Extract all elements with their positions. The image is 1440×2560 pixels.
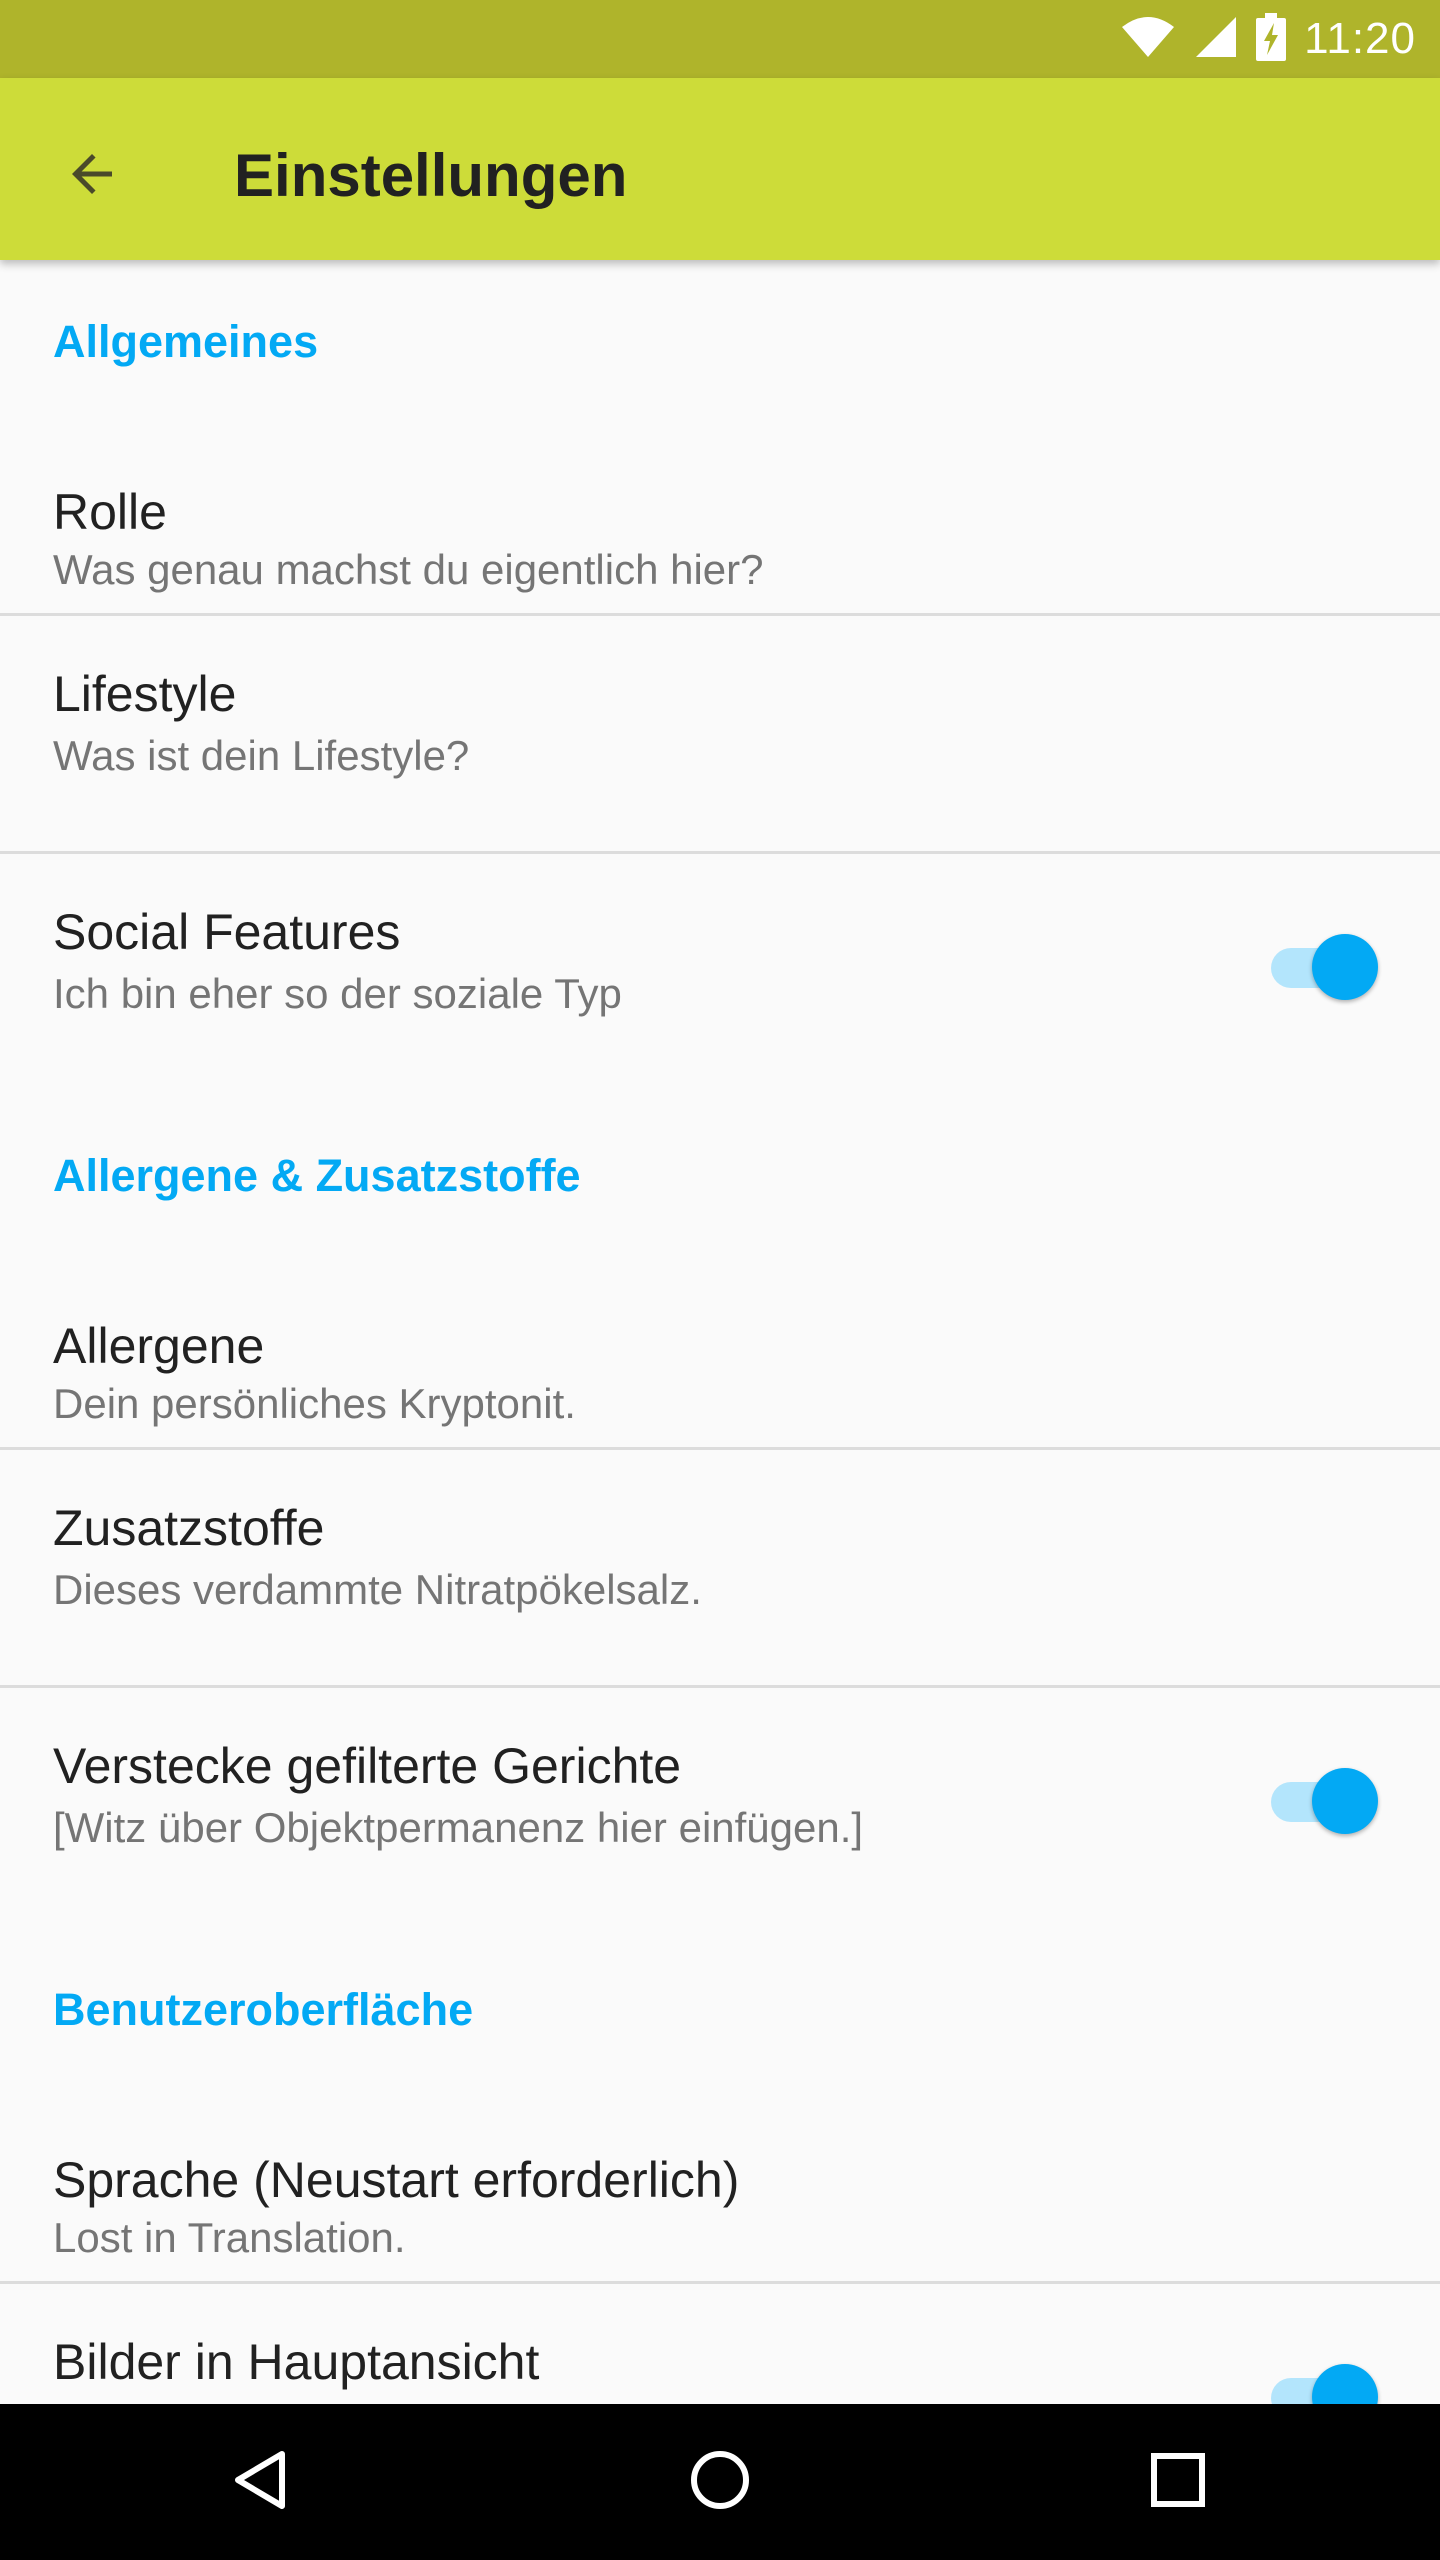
pref-verstecke-gefilterte-gerichte[interactable]: Verstecke gefilterte Gerichte [Witz über… xyxy=(0,1688,1440,1924)
wifi-icon xyxy=(1120,15,1176,64)
status-time: 11:20 xyxy=(1304,14,1416,63)
pref-summary: Dein persönliches Kryptonit. xyxy=(53,1380,576,1427)
navigation-bar xyxy=(0,2404,1440,2560)
pref-title: Zusatzstoffe xyxy=(53,1500,325,1556)
pref-zusatzstoffe[interactable]: Zusatzstoffe Dieses verdammte Nitratpöke… xyxy=(0,1450,1440,1686)
nav-back-button[interactable] xyxy=(200,2422,320,2542)
switch-thumb xyxy=(1312,1768,1378,1834)
app-bar: Einstellungen xyxy=(0,78,1440,260)
pref-summary: Was ist dein Lifestyle? xyxy=(53,732,470,779)
pref-summary: Was genau machst du eigentlich hier? xyxy=(53,546,764,593)
switch-thumb xyxy=(1312,2364,1378,2404)
pref-title: Social Features xyxy=(53,904,401,960)
status-bar: 11:20 xyxy=(0,0,1440,78)
settings-list[interactable]: Allgemeines Rolle Was genau machst du ei… xyxy=(0,260,1440,2404)
pref-sprache[interactable]: Sprache (Neustart erforderlich) Lost in … xyxy=(0,2080,1440,2276)
social-features-switch[interactable] xyxy=(1268,932,1378,1002)
page-title: Einstellungen xyxy=(234,142,628,209)
pref-title: Rolle xyxy=(53,484,167,540)
pref-title: Bilder in Hauptansicht xyxy=(53,2334,540,2390)
back-triangle-icon xyxy=(228,2448,292,2517)
arrow-back-icon xyxy=(62,144,122,209)
section-header-benutzeroberflaeche: Benutzeroberfläche xyxy=(53,1984,474,2035)
pref-title: Verstecke gefilterte Gerichte xyxy=(53,1738,682,1794)
back-button[interactable] xyxy=(40,124,144,228)
switch-thumb xyxy=(1312,934,1378,1000)
pref-bilder-in-hauptansicht[interactable]: Bilder in Hauptansicht xyxy=(0,2284,1440,2404)
home-circle-icon xyxy=(688,2448,752,2517)
pref-social-features[interactable]: Social Features Ich bin eher so der sozi… xyxy=(0,854,1440,1090)
pref-summary: Ich bin eher so der soziale Typ xyxy=(53,970,622,1017)
hide-filtered-dishes-switch[interactable] xyxy=(1268,1766,1378,1836)
pref-allergene[interactable]: Allergene Dein persönliches Kryptonit. xyxy=(0,1246,1440,1442)
images-main-view-switch[interactable] xyxy=(1268,2362,1378,2404)
pref-title: Lifestyle xyxy=(53,666,237,722)
pref-rolle[interactable]: Rolle Was genau machst du eigentlich hie… xyxy=(0,412,1440,608)
pref-title: Allergene xyxy=(53,1318,265,1374)
nav-home-button[interactable] xyxy=(660,2422,780,2542)
status-icons: 11:20 xyxy=(1120,0,1416,78)
pref-summary: [Witz über Objektpermanenz hier einfügen… xyxy=(53,1804,864,1851)
nav-recents-button[interactable] xyxy=(1118,2422,1238,2542)
recents-square-icon xyxy=(1148,2450,1208,2515)
pref-lifestyle[interactable]: Lifestyle Was ist dein Lifestyle? xyxy=(0,616,1440,852)
pref-summary: Dieses verdammte Nitratpökelsalz. xyxy=(53,1566,702,1613)
pref-summary: Lost in Translation. xyxy=(53,2214,406,2261)
pref-title: Sprache (Neustart erforderlich) xyxy=(53,2152,740,2208)
section-header-allergene-zusatzstoffe: Allergene & Zusatzstoffe xyxy=(53,1150,581,1201)
battery-charging-icon xyxy=(1256,12,1287,66)
signal-icon xyxy=(1194,15,1238,64)
section-header-allgemeines: Allgemeines xyxy=(53,316,319,367)
